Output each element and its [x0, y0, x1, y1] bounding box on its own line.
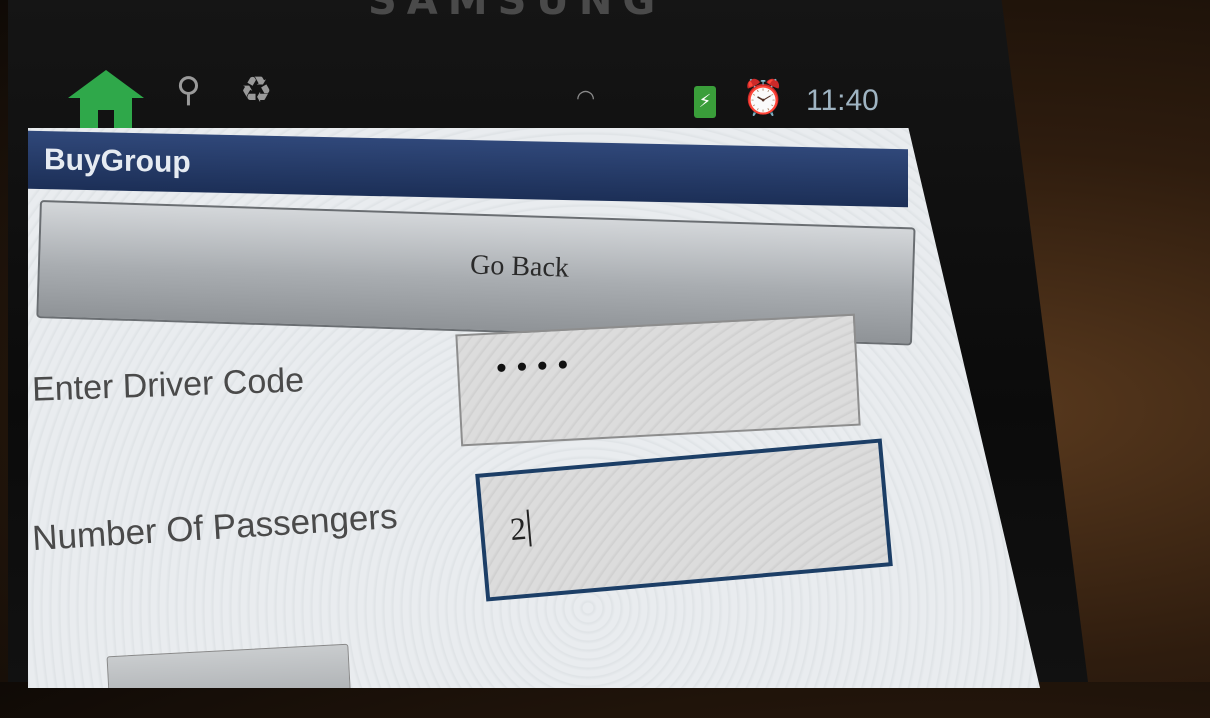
app-titlebar: BuyGroup [28, 130, 908, 208]
recycle-icon: ♻ [240, 70, 273, 111]
wifi-icon: ◠ [576, 86, 596, 111]
passengers-label: Number Of Passengers [31, 496, 399, 559]
passengers-field[interactable]: 2 [475, 438, 893, 602]
driver-code-label: Enter Driver Code [31, 361, 305, 409]
alarm-icon: ⏰ [742, 78, 785, 118]
home-icon[interactable] [66, 68, 146, 130]
driver-code-value: •••• [492, 348, 577, 386]
passengers-value: 2 [508, 509, 532, 549]
go-back-label: Go Back [469, 249, 570, 284]
driver-code-field[interactable]: •••• [455, 313, 861, 447]
device-brand: SAMSUNG [368, 0, 666, 24]
usb-icon: ⚲ [176, 70, 201, 110]
battery-charging-icon: ⚡ [694, 86, 716, 118]
status-bar: ⚲ ♻ ◠ ⚡ ⏰ 11:40 [48, 60, 898, 132]
submit-button[interactable] [106, 643, 352, 688]
app-screen: BuyGroup Go Back Enter Driver Code •••• … [28, 128, 1040, 688]
app-title: BuyGroup [44, 143, 191, 180]
status-clock: 11:40 [806, 84, 879, 117]
